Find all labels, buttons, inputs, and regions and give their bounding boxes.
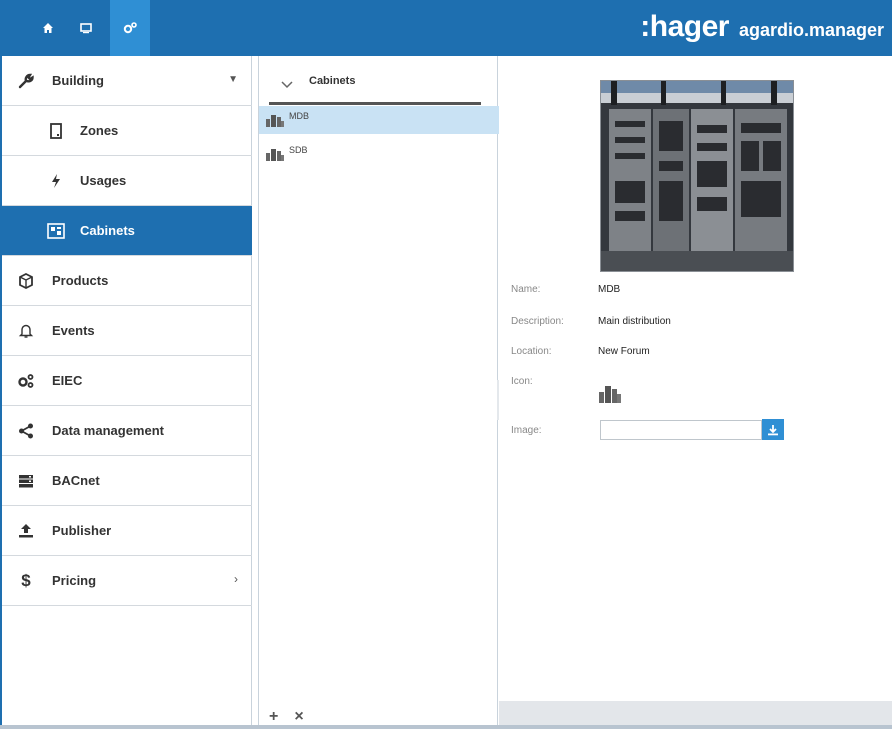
upload-icon	[16, 521, 36, 541]
sidebar-item-label: Pricing	[52, 573, 97, 588]
sidebar-item-label: Zones	[80, 123, 119, 138]
location-value[interactable]: New Forum	[598, 346, 650, 357]
chevron-right-icon: ›	[234, 572, 238, 586]
sidebar-item-label: Publisher	[52, 523, 112, 538]
sidebar-item-cabinets[interactable]: Cabinets	[2, 206, 252, 256]
dollar-icon: $	[21, 570, 31, 590]
home-icon	[43, 23, 53, 33]
cabinet-photo	[600, 80, 794, 272]
sidebar-item-products[interactable]: Products	[2, 256, 252, 306]
list-item[interactable]: SDB	[259, 140, 499, 168]
share-icon	[16, 421, 36, 441]
cabinet-icon	[46, 221, 66, 241]
sidebar-item-label: BACnet	[52, 473, 100, 488]
sidebar-item-events[interactable]: Events	[2, 306, 252, 356]
delete-button[interactable]: ×	[294, 708, 303, 726]
list-item-label: MDB	[289, 111, 309, 121]
cabinets-list-panel: Cabinets MDB SDB + ×	[258, 56, 499, 726]
image-upload-button[interactable]	[762, 419, 784, 440]
sidebar-item-label: Products	[52, 273, 109, 288]
sidebar-item-data-management[interactable]: Data management	[2, 406, 252, 456]
detail-footer	[499, 701, 892, 725]
wrench-icon	[16, 71, 36, 91]
home-button[interactable]	[30, 0, 66, 56]
download-icon	[768, 424, 778, 435]
list-header-underline	[269, 102, 481, 105]
location-label: Location:	[511, 346, 552, 357]
lightning-icon	[46, 171, 66, 191]
sidebar-item-pricing[interactable]: $ Pricing ›	[2, 556, 252, 606]
cube-icon	[16, 271, 36, 291]
brand-name: :hager	[640, 10, 729, 43]
caret-down-icon: ▼	[228, 74, 238, 85]
sidebar-item-label: EIEC	[52, 373, 83, 388]
icon-label: Icon:	[511, 376, 533, 387]
image-label: Image:	[511, 425, 542, 436]
chevron-down-icon[interactable]	[281, 76, 293, 94]
list-item-label: SDB	[289, 145, 308, 155]
gears-icon	[16, 371, 36, 391]
sidebar-item-eiec[interactable]: EIEC	[2, 356, 252, 406]
bell-icon	[16, 321, 36, 341]
list-title: Cabinets	[309, 75, 356, 87]
cabinet-building-icon	[266, 149, 284, 161]
door-icon	[46, 121, 66, 141]
sidebar: Building ▼ Zones Usages Cabinets Product…	[2, 56, 252, 725]
sidebar-item-building[interactable]: Building ▼	[2, 56, 252, 106]
top-bar: :hager agardio.manager	[0, 0, 892, 56]
description-label: Description:	[511, 316, 564, 327]
add-button[interactable]: +	[269, 708, 278, 726]
cabinet-building-icon[interactable]	[598, 384, 622, 407]
sidebar-item-label: Events	[52, 323, 95, 338]
name-label: Name:	[511, 284, 541, 295]
brand-logo: :hager agardio.manager	[640, 10, 884, 46]
sidebar-item-label: Cabinets	[80, 223, 135, 238]
sidebar-item-label: Usages	[80, 173, 127, 188]
product-name: agardio.manager	[738, 20, 884, 40]
monitor-button[interactable]	[68, 0, 104, 56]
list-header[interactable]: Cabinets	[259, 56, 499, 106]
list-item[interactable]: MDB	[259, 106, 499, 134]
description-value[interactable]: Main distribution	[598, 316, 671, 327]
name-value[interactable]: MDB	[598, 284, 620, 295]
monitor-icon	[80, 23, 92, 34]
sidebar-item-zones[interactable]: Zones	[2, 106, 252, 156]
sidebar-item-label: Data management	[52, 423, 164, 438]
settings-button[interactable]	[110, 0, 150, 56]
sidebar-item-usages[interactable]: Usages	[2, 156, 252, 206]
list-footer: + ×	[269, 708, 304, 726]
image-input[interactable]	[600, 420, 762, 440]
frame-bottom-border	[0, 725, 892, 729]
cabinet-detail-panel: Name: MDB Description: Main distribution…	[499, 56, 892, 725]
sidebar-item-bacnet[interactable]: BACnet	[2, 456, 252, 506]
sidebar-item-publisher[interactable]: Publisher	[2, 506, 252, 556]
settings-gears-icon	[123, 22, 137, 34]
cabinet-building-icon	[266, 115, 284, 127]
server-icon	[16, 471, 36, 491]
sidebar-item-label: Building	[52, 73, 104, 88]
